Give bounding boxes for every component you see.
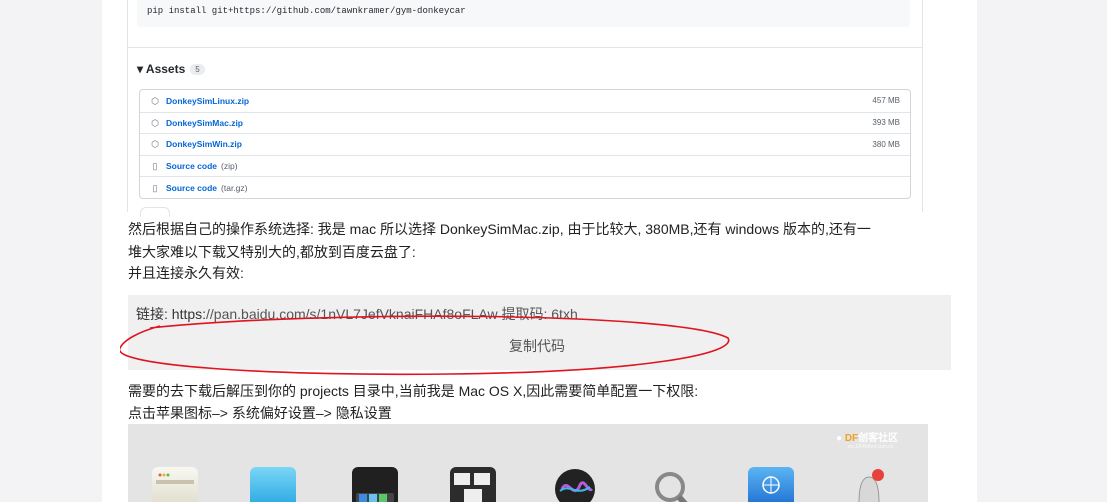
paragraph-line: 需要的去下载后解压到你的 projects 目录中,当前我是 Mac OS X,… xyxy=(128,383,699,399)
code-block-baidu-link: 链接: https://pan.baidu.com/s/1nVL7JefVkna… xyxy=(120,295,951,376)
file-zip-icon: ▯ xyxy=(152,182,158,193)
paragraph-line: 堆大家难以下载又特别大的,都放到百度云盘了: xyxy=(128,244,416,260)
asset-link[interactable]: DonkeySimMac.zip xyxy=(166,118,243,128)
asset-link[interactable]: Source code xyxy=(166,161,217,171)
article-body: pip install git+https://github.com/tawnk… xyxy=(102,0,977,502)
assets-count-badge: 5 xyxy=(190,64,205,76)
asset-row-mac[interactable]: ⬡ DonkeySimMac.zip 393 MB xyxy=(140,111,910,134)
cropped-control xyxy=(140,207,170,217)
paragraph-line: 并且连接永久有效: xyxy=(128,265,244,281)
asset-format: (zip) xyxy=(221,161,238,172)
asset-row-linux[interactable]: ⬡ DonkeySimLinux.zip 457 MB xyxy=(140,90,910,112)
asset-link[interactable]: Source code xyxy=(166,183,217,193)
desktop-icon xyxy=(250,467,296,502)
asset-format: (tar.gz) xyxy=(221,182,248,193)
df-watermark-logo: ● DF创客社区 mc.DFRobot.com.cn xyxy=(836,433,899,450)
asset-row-source-targz[interactable]: ▯ Source code (tar.gz) xyxy=(140,176,910,198)
link-url: //pan.baidu.com/s/1nVL7JefVknaiFHAf8oFLA… xyxy=(206,306,578,322)
asset-size: 457 MB xyxy=(872,96,900,106)
paragraph-line: 点击苹果图标–> 系统偏好设置–> 隐私设置 xyxy=(128,405,392,421)
link-prefix: 链接: https: xyxy=(136,306,207,322)
system-preferences-screenshot: ● DF创客社区 mc.DFRobot.com.cn xyxy=(128,424,928,502)
assets-title: ▾ Assets xyxy=(137,62,186,76)
general-prefs-icon xyxy=(152,467,198,502)
asset-link[interactable]: DonkeySimLinux.zip xyxy=(166,96,249,106)
siri-icon xyxy=(552,467,598,502)
dock-icon xyxy=(352,467,398,502)
asset-row-source-zip[interactable]: ▯ Source code (zip) xyxy=(140,154,910,177)
asset-row-win[interactable]: ⬡ DonkeySimWin.zip 380 MB xyxy=(140,133,910,155)
mission-control-icon xyxy=(450,467,496,502)
spotlight-icon xyxy=(650,467,696,502)
copy-code-button[interactable]: 复制代码 xyxy=(509,336,565,356)
notifications-icon xyxy=(846,467,892,502)
asset-size: 393 MB xyxy=(872,118,900,128)
asset-size: 380 MB xyxy=(872,139,900,149)
package-icon: ⬡ xyxy=(151,117,159,128)
pip-install-code: pip install git+https://github.com/tawnk… xyxy=(137,0,910,27)
divider xyxy=(128,47,923,48)
assets-list: ⬡ DonkeySimLinux.zip 457 MB ⬡ DonkeySimM… xyxy=(139,89,911,199)
package-icon: ⬡ xyxy=(151,95,159,106)
paragraph-line: 然后根据自己的操作系统选择: 我是 mac 所以选择 DonkeySimMac.… xyxy=(128,221,871,237)
asset-link[interactable]: DonkeySimWin.zip xyxy=(166,139,242,149)
assets-heading[interactable]: ▾ Assets 5 xyxy=(137,62,205,76)
package-icon: ⬡ xyxy=(151,139,159,150)
language-region-icon xyxy=(748,467,794,502)
file-zip-icon: ▯ xyxy=(152,161,158,172)
baidu-link-text[interactable]: 链接: https://pan.baidu.com/s/1nVL7JefVkna… xyxy=(136,304,578,324)
github-release-screenshot: pip install git+https://github.com/tawnk… xyxy=(127,0,923,217)
